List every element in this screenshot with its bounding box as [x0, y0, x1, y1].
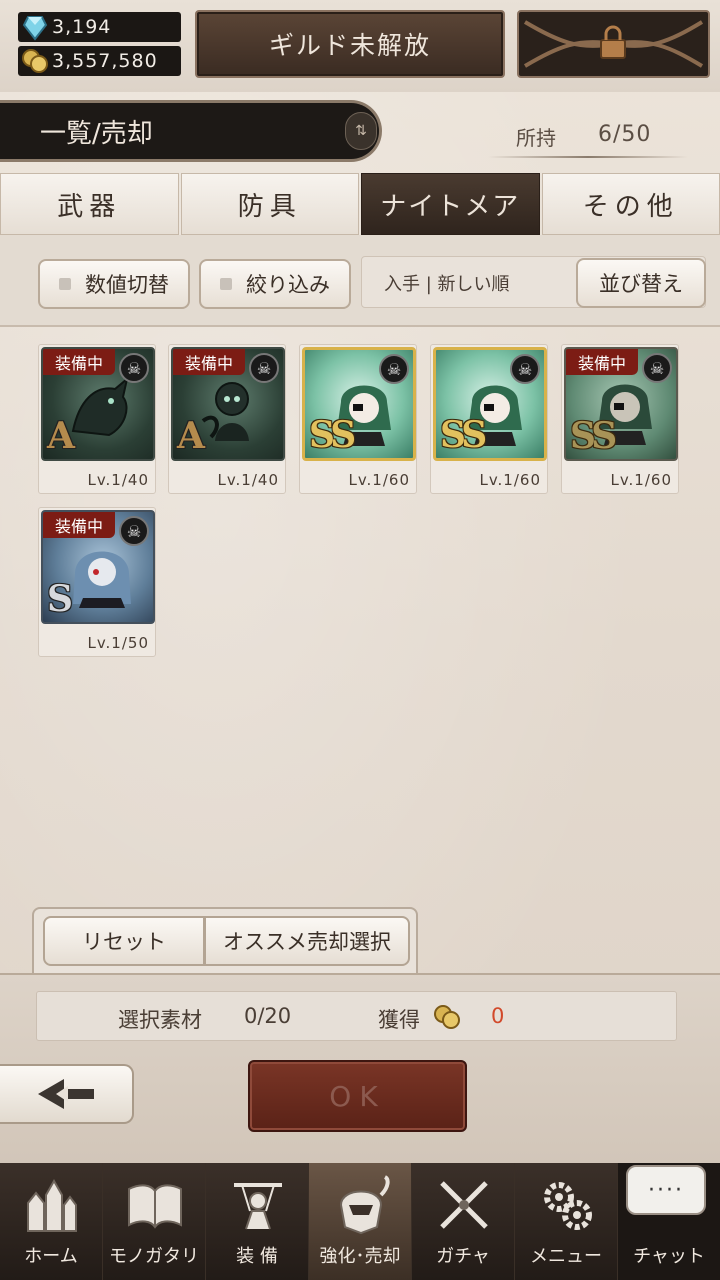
helmet-icon [339, 1175, 390, 1235]
gain-value: 0 [491, 1004, 505, 1028]
item-card[interactable]: ☠ SS Lv.1/60 [430, 344, 548, 494]
tab-other[interactable]: その他 [541, 173, 720, 235]
checkbox-icon [59, 278, 71, 290]
coin-icon [434, 1005, 460, 1029]
nav-home[interactable]: ホーム [0, 1163, 103, 1280]
item-level: Lv.1/40 [217, 471, 279, 489]
coin-icon [22, 49, 48, 73]
rank-label: SS [309, 414, 356, 456]
skull-icon: ☠ [379, 354, 409, 384]
owned-count: 6/50 [598, 122, 652, 147]
swords-icon [440, 1181, 488, 1229]
nav-label: モノガタリ [109, 1246, 199, 1267]
reset-button[interactable]: リセット [43, 916, 205, 966]
nav-label: チャット [633, 1246, 705, 1267]
rank-label: A [47, 415, 75, 457]
toggle-values-label: 数値切替 [85, 273, 169, 297]
view-switch-button[interactable]: ⇅ [345, 112, 377, 150]
back-button[interactable] [0, 1064, 134, 1124]
item-card[interactable]: 装備中 ☠ A Lv.1/40 [38, 344, 156, 494]
back-arrow-icon [38, 1079, 94, 1109]
tab-weapons[interactable]: 武器 [0, 173, 179, 235]
skull-icon: ☠ [119, 353, 149, 383]
nav-label: 強化･売却 [319, 1246, 401, 1267]
skull-icon: ☠ [249, 353, 279, 383]
puppet-icon [234, 1183, 282, 1230]
nav-label: メニュー [530, 1246, 602, 1267]
locked-feature-button[interactable] [517, 10, 710, 78]
skull-icon: ☠ [642, 353, 672, 383]
nav-gacha[interactable]: ガチャ [412, 1163, 515, 1280]
rank-label: SS [440, 414, 487, 456]
book-icon [128, 1184, 182, 1229]
item-thumbnail: ☠ SS [302, 347, 416, 461]
item-thumbnail: 装備中 ☠ A [41, 347, 155, 461]
nav-enhance-sell[interactable]: 強化･売却 [309, 1163, 412, 1280]
toggle-values-button[interactable]: 数値切替 [38, 259, 190, 309]
sort-current-label: 入手 | 新しい順 [384, 274, 510, 295]
item-thumbnail: 装備中 ☠ SS [564, 347, 678, 461]
item-card[interactable]: 装備中 ☠ SS Lv.1/60 [561, 344, 679, 494]
nav-menu[interactable]: メニュー [515, 1163, 618, 1280]
page-title: 一覧/売却 [0, 100, 382, 162]
ok-button[interactable]: OK [248, 1060, 467, 1132]
item-level: Lv.1/60 [479, 471, 541, 489]
selected-label: 選択素材 [118, 1008, 202, 1032]
gain-label: 獲得 [378, 1008, 420, 1032]
rank-label: S [47, 578, 73, 620]
item-card[interactable]: 装備中 ☠ S Lv.1/50 [38, 507, 156, 657]
chain-lock-icon [523, 20, 704, 68]
nav-chat[interactable]: ···· チャット [618, 1163, 720, 1280]
item-thumbnail: 装備中 ☠ A [171, 347, 285, 461]
item-card[interactable]: 装備中 ☠ A Lv.1/40 [168, 344, 286, 494]
gears-icon [544, 1182, 592, 1230]
guild-button[interactable]: ギルド未解放 [195, 10, 505, 78]
coin-counter: 3,557,580 [18, 46, 181, 76]
recommend-sell-button[interactable]: オススメ売却選択 [204, 916, 410, 966]
equipped-badge: 装備中 [566, 349, 638, 375]
item-level: Lv.1/60 [348, 471, 410, 489]
nav-story[interactable]: モノガタリ [103, 1163, 206, 1280]
item-thumbnail: 装備中 ☠ S [41, 510, 155, 624]
equipped-badge: 装備中 [43, 512, 115, 538]
filter-button[interactable]: 絞り込み [199, 259, 351, 309]
switch-arrows-icon: ⇅ [355, 123, 367, 139]
item-level: Lv.1/40 [87, 471, 149, 489]
gem-icon [22, 16, 48, 41]
skull-icon: ☠ [119, 516, 149, 546]
owned-label: 所持 [516, 126, 556, 150]
nav-label: 装 備 [236, 1246, 278, 1267]
tab-nightmare[interactable]: ナイトメア [361, 173, 540, 235]
gem-counter: 3,194 [18, 12, 181, 42]
item-level: Lv.1/50 [87, 634, 149, 652]
bottom-navigation: ホーム モノガタリ 装 備 強化･売却 ガチャ メニュー ···· チャット [0, 1163, 720, 1280]
rank-label: SS [570, 415, 617, 457]
chat-bubble-icon: ···· [626, 1165, 706, 1215]
skull-icon: ☠ [510, 354, 540, 384]
rank-label: A [177, 415, 205, 457]
coin-count: 3,557,580 [52, 50, 158, 72]
gem-count: 3,194 [52, 16, 112, 38]
castle-icon [27, 1178, 77, 1232]
item-card[interactable]: ☠ SS Lv.1/60 [299, 344, 417, 494]
selected-count: 0/20 [244, 1004, 292, 1028]
nav-equipment[interactable]: 装 備 [206, 1163, 309, 1280]
category-tabs: 武器 防具 ナイトメア その他 [0, 173, 720, 235]
filter-label: 絞り込み [246, 273, 330, 297]
item-level: Lv.1/60 [610, 471, 672, 489]
item-thumbnail: ☠ SS [433, 347, 547, 461]
checkbox-icon [220, 278, 232, 290]
nav-label: ホーム [24, 1246, 78, 1267]
top-bar: 3,194 3,557,580 ギルド未解放 [0, 0, 720, 92]
owned-divider [488, 156, 688, 158]
equipped-badge: 装備中 [43, 349, 115, 375]
sort-button[interactable]: 並び替え [576, 258, 706, 308]
equipped-badge: 装備中 [173, 349, 245, 375]
nav-label: ガチャ [436, 1246, 490, 1267]
tab-armor[interactable]: 防具 [180, 173, 359, 235]
